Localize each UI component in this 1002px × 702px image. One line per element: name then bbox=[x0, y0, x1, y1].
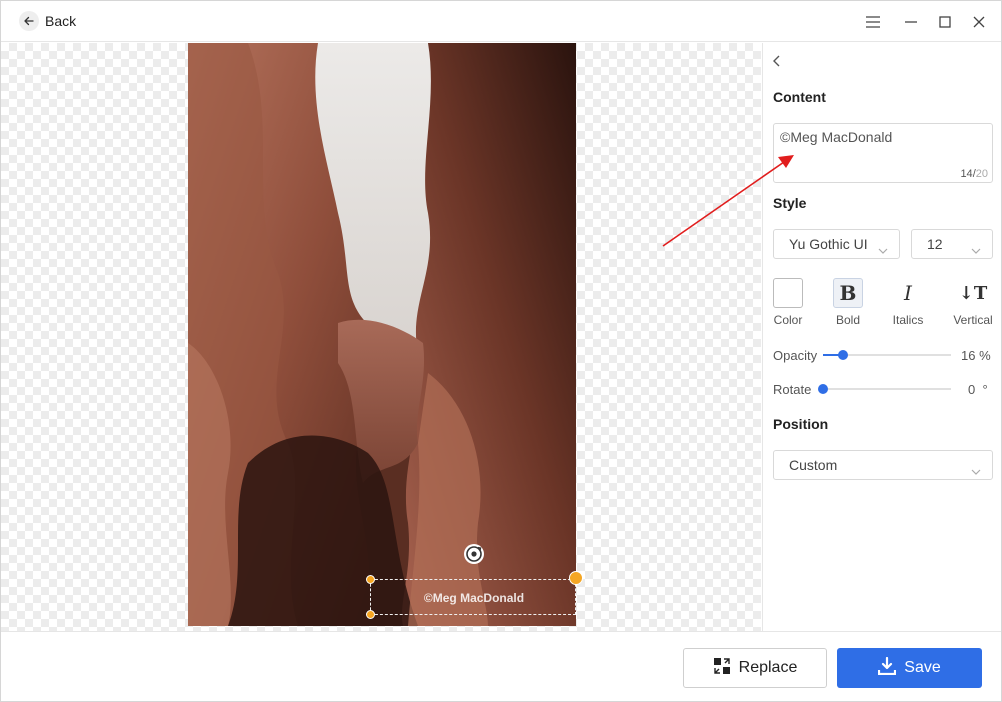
counter-current: 14 bbox=[960, 168, 973, 180]
canyon-photo bbox=[188, 43, 576, 626]
editor-canvas: ©Meg MacDonald bbox=[1, 43, 761, 631]
color-swatch-icon bbox=[773, 278, 803, 308]
rotate-value: 0 ° bbox=[968, 382, 988, 397]
rotate-slider[interactable] bbox=[818, 384, 951, 394]
rotate-unit: ° bbox=[982, 382, 988, 397]
bottom-bar: Replace Save bbox=[1, 631, 1001, 701]
font-size-value: 12 bbox=[927, 236, 943, 252]
chevron-down-icon bbox=[877, 238, 889, 266]
settings-panel: Content ©Meg MacDonald 14/20 Style Yu Go… bbox=[762, 43, 1001, 631]
vertical-button[interactable]: ↓T Vertical bbox=[948, 278, 998, 328]
style-title: Style bbox=[773, 195, 807, 211]
rotate-label: Rotate bbox=[773, 382, 812, 397]
title-bar: Back bbox=[1, 1, 1001, 42]
app-window: Back ©Meg MacDonald Content ©Meg MacDona… bbox=[0, 0, 1002, 702]
rotate-number: 0 bbox=[968, 382, 976, 397]
position-value: Custom bbox=[789, 457, 838, 473]
position-title: Position bbox=[773, 416, 829, 432]
vertical-label: Vertical bbox=[953, 313, 993, 327]
opacity-value: 16 % bbox=[961, 348, 991, 363]
font-family-value: Yu Gothic UI bbox=[789, 236, 868, 252]
opacity-slider-thumb[interactable] bbox=[838, 350, 848, 360]
bold-button[interactable]: B Bold bbox=[823, 278, 873, 327]
position-select[interactable]: Custom bbox=[773, 450, 993, 480]
bold-label: Bold bbox=[835, 313, 861, 327]
rotate-icon[interactable] bbox=[464, 544, 484, 564]
opacity-slider[interactable] bbox=[823, 350, 951, 360]
color-label: Color bbox=[773, 313, 803, 327]
replace-button[interactable]: Replace bbox=[683, 648, 827, 688]
color-button[interactable]: Color bbox=[763, 278, 813, 327]
counter-max: 20 bbox=[975, 168, 988, 180]
save-button[interactable]: Save bbox=[837, 648, 982, 688]
chevron-left-icon[interactable] bbox=[769, 53, 785, 69]
content-title: Content bbox=[773, 89, 826, 105]
bold-icon: B bbox=[833, 278, 863, 308]
resize-handle-top-right[interactable] bbox=[569, 571, 583, 585]
chevron-down-icon bbox=[970, 238, 982, 266]
minimize-icon[interactable] bbox=[901, 12, 921, 32]
resize-handle-bottom-left[interactable] bbox=[366, 610, 375, 619]
back-label: Back bbox=[45, 13, 77, 29]
font-family-select[interactable]: Yu Gothic UI bbox=[773, 229, 900, 259]
vertical-text-icon: ↓T bbox=[958, 282, 988, 304]
save-label: Save bbox=[904, 659, 941, 676]
content-textarea[interactable]: ©Meg MacDonald 14/20 bbox=[773, 123, 993, 183]
content-value: ©Meg MacDonald bbox=[780, 129, 893, 145]
close-icon[interactable] bbox=[969, 12, 989, 32]
maximize-icon[interactable] bbox=[935, 12, 955, 32]
replace-label: Replace bbox=[738, 659, 798, 676]
font-size-select[interactable]: 12 bbox=[911, 229, 993, 259]
back-button[interactable]: Back bbox=[19, 11, 76, 31]
italics-button[interactable]: I Italics bbox=[883, 278, 933, 327]
resize-handle-top-left[interactable] bbox=[366, 575, 375, 584]
download-icon bbox=[878, 656, 897, 680]
watermark-selection[interactable]: ©Meg MacDonald bbox=[370, 579, 576, 615]
watermark-text: ©Meg MacDonald bbox=[423, 591, 525, 605]
opacity-number: 16 bbox=[961, 348, 976, 363]
opacity-label: Opacity bbox=[773, 348, 818, 363]
rotate-slider-thumb[interactable] bbox=[818, 384, 828, 394]
arrow-left-icon bbox=[19, 11, 39, 31]
opacity-unit: % bbox=[979, 348, 991, 363]
hamburger-menu-icon[interactable] bbox=[863, 12, 883, 32]
italics-label: Italics bbox=[892, 313, 924, 327]
replace-icon bbox=[713, 657, 731, 680]
chevron-down-icon bbox=[970, 459, 982, 487]
italic-icon: I bbox=[904, 281, 912, 305]
char-counter: 14/20 bbox=[960, 168, 988, 180]
